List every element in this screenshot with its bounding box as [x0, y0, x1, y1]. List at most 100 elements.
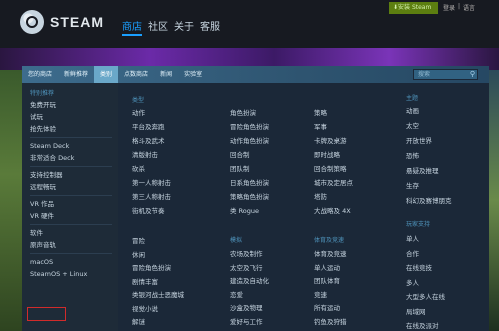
- tab-news[interactable]: 新闻: [154, 66, 178, 83]
- category-link[interactable]: 格斗及武术: [132, 135, 165, 145]
- category-link[interactable]: 第一人称射击: [132, 177, 171, 187]
- category-link[interactable]: 建造及自动化: [230, 275, 269, 285]
- player-support-heading: 玩家支持: [406, 221, 431, 228]
- category-link[interactable]: 多人: [406, 277, 419, 287]
- category-link[interactable]: 竞速: [314, 289, 327, 299]
- install-steam-button[interactable]: 安装 Steam: [389, 2, 438, 14]
- tab-categories[interactable]: 类别: [94, 66, 119, 83]
- genre-heading: 类型: [132, 97, 145, 104]
- search-placeholder: 搜索: [418, 71, 431, 78]
- category-link[interactable]: 合作: [406, 248, 419, 258]
- category-link[interactable]: 休闲: [132, 249, 145, 259]
- tab-points-shop[interactable]: 点数商店: [118, 66, 154, 83]
- category-link[interactable]: 类 Rogue: [230, 205, 259, 215]
- category-link[interactable]: 角色扮演: [230, 107, 256, 117]
- left-menu: 特别推荐 免费开玩 试玩 抢先体验 Steam Deck 非常适合 Deck 支…: [22, 83, 118, 331]
- menu-item-controller[interactable]: 支持控制器: [22, 169, 118, 181]
- category-link[interactable]: 街机及节奏: [132, 205, 165, 215]
- category-link[interactable]: 解谜: [132, 316, 145, 326]
- category-link[interactable]: 爱好与工作: [230, 316, 263, 326]
- divider: [30, 224, 112, 225]
- main-nav: 商店 社区 关于 客服: [122, 18, 220, 36]
- category-link[interactable]: 剧情丰富: [132, 276, 158, 286]
- sports-heading: 体育及竞速: [314, 237, 345, 244]
- category-link[interactable]: 冒险角色扮演: [132, 262, 171, 272]
- category-link[interactable]: 清版射击: [132, 149, 158, 159]
- category-link[interactable]: 城市及定居点: [314, 177, 353, 187]
- categories-dropdown: 特别推荐 免费开玩 试玩 抢先体验 Steam Deck 非常适合 Deck 支…: [22, 83, 489, 331]
- category-link[interactable]: 太空: [406, 120, 419, 130]
- category-link[interactable]: 单人运动: [314, 262, 340, 272]
- steam-logo[interactable]: STEAM: [20, 10, 104, 34]
- category-link[interactable]: 策略角色扮演: [230, 191, 269, 201]
- category-link[interactable]: 回合制: [230, 149, 250, 159]
- category-link[interactable]: 卡牌及桌游: [314, 135, 347, 145]
- category-link[interactable]: 塔防: [314, 191, 327, 201]
- category-link[interactable]: 在线竞技: [406, 262, 432, 272]
- category-link[interactable]: 体育及竞速: [314, 248, 347, 258]
- menu-item-macos[interactable]: macOS: [22, 256, 118, 268]
- simulation-heading: 模拟: [230, 237, 243, 244]
- menu-item-vr-hardware[interactable]: VR 硬件: [22, 210, 118, 222]
- category-link[interactable]: 恋爱: [230, 289, 243, 299]
- category-link[interactable]: 大战略及 4X: [314, 205, 351, 215]
- nav-support[interactable]: 客服: [200, 18, 220, 36]
- category-link[interactable]: 大型多人在线: [406, 291, 445, 301]
- category-link[interactable]: 冒险角色扮演: [230, 121, 269, 131]
- steam-logo-icon: [20, 10, 44, 34]
- category-link[interactable]: 砍杀: [132, 163, 145, 173]
- category-link[interactable]: 动画: [406, 105, 419, 115]
- menu-item-steam-deck[interactable]: Steam Deck: [22, 140, 118, 152]
- category-link[interactable]: 团队体育: [314, 275, 340, 285]
- search-input[interactable]: 搜索 ⚲: [413, 69, 478, 80]
- separator: |: [458, 3, 461, 10]
- menu-item-early-access[interactable]: 抢先体验: [22, 123, 118, 135]
- category-link[interactable]: 类银河战士恶魔城: [132, 289, 184, 299]
- category-link[interactable]: 策略: [314, 107, 327, 117]
- menu-item-vr-titles[interactable]: VR 作品: [22, 198, 118, 210]
- category-link[interactable]: 局域网: [406, 306, 426, 316]
- tab-new-noteworthy[interactable]: 新鲜推荐: [58, 66, 94, 83]
- category-link[interactable]: 科幻及赛博朋克: [406, 195, 452, 205]
- login-link[interactable]: 登录: [443, 3, 455, 12]
- category-link[interactable]: 在线及派对: [406, 320, 439, 330]
- tab-your-store[interactable]: 您的商店: [22, 66, 58, 83]
- menu-item-deck-verified[interactable]: 非常适合 Deck: [22, 152, 118, 164]
- category-link[interactable]: 回合制策略: [314, 163, 347, 173]
- category-link[interactable]: 动作角色扮演: [230, 135, 269, 145]
- category-link[interactable]: 生存: [406, 180, 419, 190]
- menu-item-remote-play[interactable]: 远程畅玩: [22, 181, 118, 193]
- category-link[interactable]: 动作: [132, 107, 145, 117]
- divider: [30, 253, 112, 254]
- category-link[interactable]: 单人: [406, 233, 419, 243]
- category-link[interactable]: 团队制: [230, 163, 250, 173]
- category-link[interactable]: 钓鱼及狩猎: [314, 316, 347, 326]
- menu-item-software[interactable]: 软件: [22, 227, 118, 239]
- menu-item-free[interactable]: 免费开玩: [22, 99, 118, 111]
- category-link[interactable]: 农场及制作: [230, 248, 263, 258]
- category-link[interactable]: 军事: [314, 121, 327, 131]
- nav-community[interactable]: 社区: [148, 18, 168, 36]
- side-artwork-right: [489, 70, 499, 331]
- menu-item-soundtracks[interactable]: 原声音轨: [22, 239, 118, 251]
- side-artwork-left: [0, 70, 22, 331]
- category-link[interactable]: 第三人称射击: [132, 191, 171, 201]
- category-link[interactable]: 悬疑及推理: [406, 165, 439, 175]
- category-link[interactable]: 即时战略: [314, 149, 340, 159]
- category-link[interactable]: 冒险: [132, 235, 145, 245]
- language-link[interactable]: 语言: [463, 3, 475, 12]
- category-link[interactable]: 视觉小说: [132, 303, 158, 313]
- tab-labs[interactable]: 实验室: [178, 66, 208, 83]
- category-link[interactable]: 太空及飞行: [230, 262, 263, 272]
- category-link[interactable]: 所有运动: [314, 302, 340, 312]
- category-link[interactable]: 平台及奔跑: [132, 121, 165, 131]
- category-link[interactable]: 日系角色扮演: [230, 177, 269, 187]
- menu-item-demos[interactable]: 试玩: [22, 111, 118, 123]
- category-link[interactable]: 沙盒及物理: [230, 302, 263, 312]
- nav-store[interactable]: 商店: [122, 18, 142, 36]
- category-link[interactable]: 开放世界: [406, 135, 432, 145]
- search-icon[interactable]: ⚲: [470, 70, 475, 79]
- category-link[interactable]: 恐怖: [406, 150, 419, 160]
- menu-item-steamos-linux[interactable]: SteamOS + Linux: [22, 268, 118, 280]
- nav-about[interactable]: 关于: [174, 18, 194, 36]
